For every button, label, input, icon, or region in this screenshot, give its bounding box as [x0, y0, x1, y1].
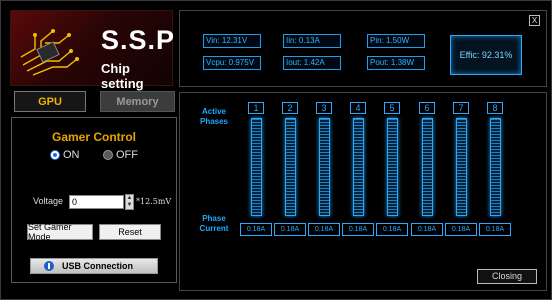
gamer-on-label: ON: [63, 149, 80, 161]
app-title: S.S.P: [101, 25, 176, 55]
phase-number: 8: [487, 102, 503, 114]
radio-unselected-icon: [103, 150, 113, 160]
phase-current-readout: 0.18A: [240, 223, 272, 236]
phase-bar: [387, 118, 398, 216]
gamer-control-title: Gamer Control: [51, 130, 136, 144]
gamer-control-panel: Gamer Control ON OFF Voltage 0 ▲ ▼ *12.5…: [11, 117, 177, 283]
phase-number: 4: [350, 102, 366, 114]
phase-current-readout: 0.18A: [274, 223, 306, 236]
set-gamer-mode-button[interactable]: Set Gamer Mode: [27, 222, 93, 242]
phase-bar: [251, 118, 262, 216]
tab-gpu[interactable]: GPU: [14, 91, 86, 112]
pin-readout: Pin: 1.50W: [367, 34, 425, 48]
phase-current-label: Phase Current: [199, 214, 229, 233]
iout-readout: Iout: 1.42A: [283, 56, 341, 70]
radio-selected-icon: [50, 150, 60, 160]
closing-button[interactable]: Closing: [477, 269, 537, 284]
voltage-label: Voltage: [33, 196, 64, 206]
phase-number: 5: [384, 102, 400, 114]
gamer-off-label: OFF: [116, 149, 138, 161]
app-window: S.S.P Chip setting GPU Memory Gamer Cont…: [0, 0, 552, 300]
voltage-spinner[interactable]: ▲ ▼: [125, 194, 134, 210]
app-subtitle: Chip setting: [101, 61, 144, 91]
phase-bar: [490, 118, 501, 216]
usb-connection-button[interactable]: USB Connection: [30, 258, 158, 274]
phase-bar: [422, 118, 433, 216]
chip-logo-icon: [20, 29, 79, 76]
phase-bar: [456, 118, 467, 216]
iin-readout: Iin: 0.13A: [283, 34, 341, 48]
phase-bar: [353, 118, 364, 216]
phase-number: 7: [453, 102, 469, 114]
phase-current-readout: 0.18A: [342, 223, 374, 236]
gamer-on-radio[interactable]: ON: [50, 149, 80, 161]
phase-current-readout: 0.18A: [411, 223, 443, 236]
phase-number: 1: [248, 102, 264, 114]
tab-memory[interactable]: Memory: [100, 91, 175, 112]
active-phases-label: Active Phases: [199, 107, 229, 126]
phase-current-readout: 0.18A: [445, 223, 477, 236]
close-icon[interactable]: X: [529, 15, 540, 26]
phase-current-readout: 0.18A: [308, 223, 340, 236]
reset-button[interactable]: Reset: [99, 224, 161, 240]
info-icon: [44, 261, 54, 271]
phase-bar: [285, 118, 296, 216]
spin-down-icon[interactable]: ▼: [126, 202, 133, 209]
gamer-off-radio[interactable]: OFF: [103, 149, 138, 161]
phase-number: 2: [282, 102, 298, 114]
phase-panel: Active Phases Phase Current 1 0.18A 2 0.18A…: [179, 92, 547, 291]
logo: S.S.P Chip setting: [10, 10, 176, 91]
phase-bar: [319, 118, 330, 216]
voltage-step-label: *12.5mV: [136, 197, 172, 206]
pout-readout: Pout: 1.38W: [367, 56, 425, 70]
efficiency-readout: Effic: 92.31%: [450, 35, 522, 75]
phase-number: 6: [419, 102, 435, 114]
voltage-input[interactable]: 0: [69, 195, 124, 209]
vcpu-readout: Vcpu: 0.975V: [203, 56, 261, 70]
spin-up-icon[interactable]: ▲: [126, 195, 133, 202]
metrics-panel: X Vin: 12.31V Iin: 0.13A Pin: 1.50W Vcpu…: [179, 10, 547, 87]
phase-current-readout: 0.18A: [479, 223, 511, 236]
usb-connection-label: USB Connection: [62, 261, 133, 271]
vin-readout: Vin: 12.31V: [203, 34, 261, 48]
phase-number: 3: [316, 102, 332, 114]
phase-current-readout: 0.18A: [376, 223, 408, 236]
